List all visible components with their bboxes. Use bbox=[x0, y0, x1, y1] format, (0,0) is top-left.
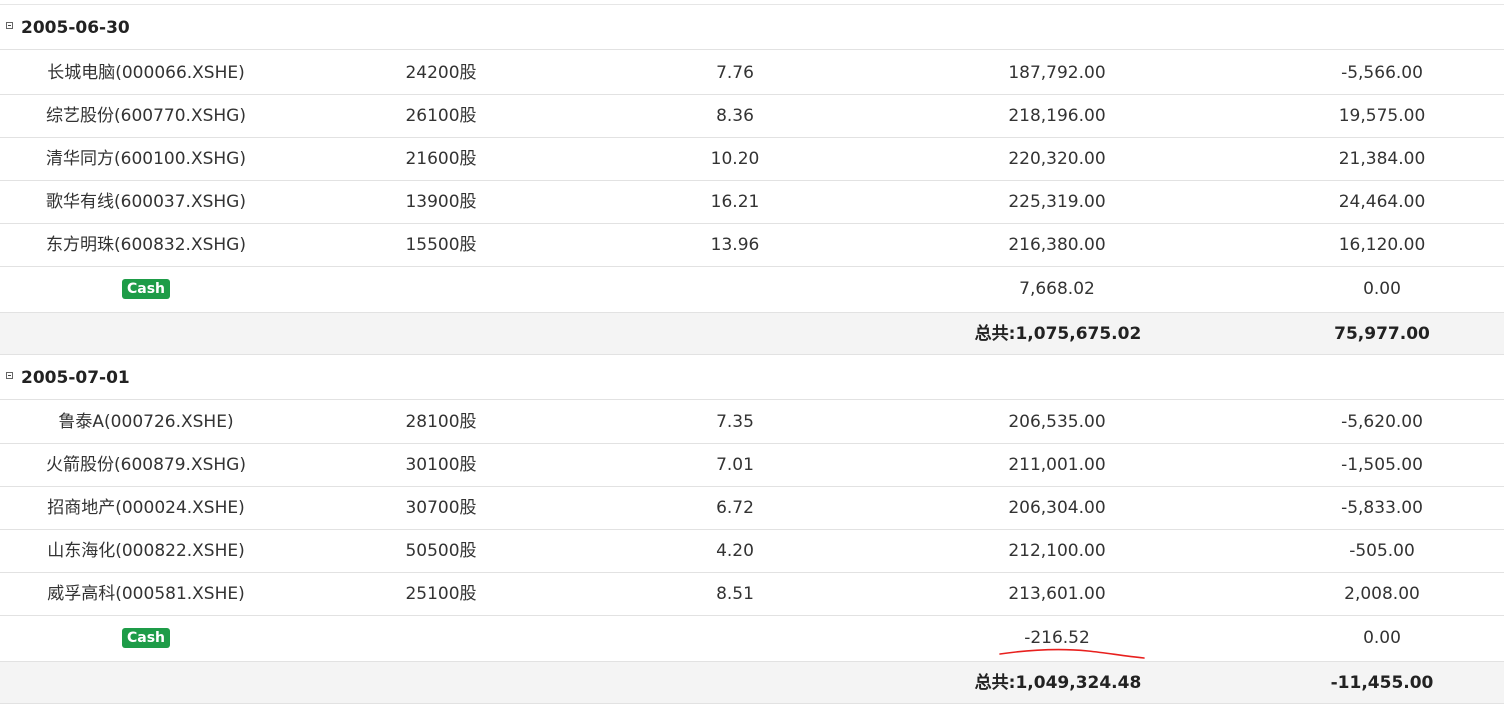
market-value: 206,535.00 bbox=[1008, 412, 1106, 432]
price: 7.01 bbox=[716, 455, 754, 475]
profit-loss: 21,384.00 bbox=[1338, 149, 1426, 169]
shares: 21600股 bbox=[405, 149, 477, 169]
market-value: 218,196.00 bbox=[1008, 106, 1106, 126]
total-profit-loss: -11,455.00 bbox=[1330, 673, 1434, 693]
profit-loss: 2,008.00 bbox=[1344, 584, 1420, 604]
group-header[interactable]: 2005-06-30 bbox=[0, 6, 1504, 50]
table-row: 清华同方(600100.XSHG) 21600股 10.20 220,320.0… bbox=[0, 138, 1504, 181]
table-row: 长城电脑(000066.XSHE) 24200股 7.76 187,792.00… bbox=[0, 52, 1504, 95]
stock-name: 长城电脑(000066.XSHE) bbox=[47, 63, 245, 83]
stock-name: 威孚高科(000581.XSHE) bbox=[47, 584, 245, 604]
stock-name: 火箭股份(600879.XSHG) bbox=[46, 455, 246, 475]
price: 7.35 bbox=[716, 412, 754, 432]
shares: 24200股 bbox=[405, 63, 477, 83]
price: 8.36 bbox=[716, 106, 754, 126]
shares: 50500股 bbox=[405, 541, 477, 561]
stock-name: 综艺股份(600770.XSHG) bbox=[46, 106, 246, 126]
group-header[interactable]: 2005-07-01 bbox=[0, 356, 1504, 400]
shares: 28100股 bbox=[405, 412, 477, 432]
table-row: 歌华有线(600037.XSHG) 13900股 16.21 225,319.0… bbox=[0, 181, 1504, 224]
table-row: 鲁泰A(000726.XSHE) 28100股 7.35 206,535.00 … bbox=[0, 401, 1504, 444]
cash-value: 7,668.02 bbox=[1019, 279, 1095, 299]
price: 8.51 bbox=[716, 584, 754, 604]
profit-loss: 16,120.00 bbox=[1338, 235, 1426, 255]
price: 13.96 bbox=[710, 235, 760, 255]
shares: 30700股 bbox=[405, 498, 477, 518]
total-value: 总共:1,075,675.02 bbox=[974, 324, 1142, 344]
table-row: 火箭股份(600879.XSHG) 30100股 7.01 211,001.00… bbox=[0, 444, 1504, 487]
profit-loss: -5,620.00 bbox=[1341, 412, 1423, 432]
profit-loss: 24,464.00 bbox=[1338, 192, 1426, 212]
shares: 30100股 bbox=[405, 455, 477, 475]
shares: 15500股 bbox=[405, 235, 477, 255]
market-value: 211,001.00 bbox=[1008, 455, 1106, 475]
price: 6.72 bbox=[716, 498, 754, 518]
price: 7.76 bbox=[716, 63, 754, 83]
red-underline-annotation bbox=[999, 648, 1145, 659]
cash-badge: Cash bbox=[121, 628, 171, 648]
shares: 13900股 bbox=[405, 192, 477, 212]
profit-loss: -5,566.00 bbox=[1341, 63, 1423, 83]
total-row: 总共:1,075,675.02 75,977.00 bbox=[0, 313, 1504, 355]
collapse-icon[interactable] bbox=[6, 372, 13, 379]
profit-loss: 19,575.00 bbox=[1338, 106, 1426, 126]
cash-row: Cash 7,668.02 0.00 bbox=[0, 267, 1504, 313]
market-value: 216,380.00 bbox=[1008, 235, 1106, 255]
profit-loss: -5,833.00 bbox=[1341, 498, 1423, 518]
stock-name: 东方明珠(600832.XSHG) bbox=[46, 235, 246, 255]
profit-loss: -505.00 bbox=[1349, 541, 1415, 561]
cash-cell: Cash bbox=[0, 267, 292, 312]
cash-profit-loss: 0.00 bbox=[1363, 628, 1401, 648]
shares: 26100股 bbox=[405, 106, 477, 126]
total-profit-loss: 75,977.00 bbox=[1334, 324, 1430, 344]
price: 4.20 bbox=[716, 541, 754, 561]
price: 10.20 bbox=[710, 149, 760, 169]
market-value: 213,601.00 bbox=[1008, 584, 1106, 604]
total-value: 总共:1,049,324.48 bbox=[974, 673, 1142, 693]
profit-loss: -1,505.00 bbox=[1341, 455, 1423, 475]
stock-name: 山东海化(000822.XSHE) bbox=[47, 541, 245, 561]
price: 16.21 bbox=[710, 192, 760, 212]
stock-name: 招商地产(000024.XSHE) bbox=[47, 498, 245, 518]
cash-cell: Cash bbox=[0, 616, 292, 661]
market-value: 206,304.00 bbox=[1008, 498, 1106, 518]
cash-profit-loss: 0.00 bbox=[1363, 279, 1401, 299]
stock-name: 鲁泰A(000726.XSHE) bbox=[58, 412, 234, 432]
table-row: 威孚高科(000581.XSHE) 25100股 8.51 213,601.00… bbox=[0, 573, 1504, 616]
table-row: 山东海化(000822.XSHE) 50500股 4.20 212,100.00… bbox=[0, 530, 1504, 573]
stock-name: 清华同方(600100.XSHG) bbox=[46, 149, 246, 169]
collapse-icon[interactable] bbox=[6, 22, 13, 29]
top-divider bbox=[0, 4, 1504, 5]
total-row: 总共:1,049,324.48 -11,455.00 bbox=[0, 662, 1504, 704]
cash-row: Cash -216.52 0.00 bbox=[0, 616, 1504, 662]
cash-badge: Cash bbox=[121, 279, 171, 299]
market-value: 225,319.00 bbox=[1008, 192, 1106, 212]
stock-name: 歌华有线(600037.XSHG) bbox=[46, 192, 246, 212]
group-date: 2005-06-30 bbox=[21, 18, 130, 38]
table-row: 东方明珠(600832.XSHG) 15500股 13.96 216,380.0… bbox=[0, 224, 1504, 267]
shares: 25100股 bbox=[405, 584, 477, 604]
market-value: 187,792.00 bbox=[1008, 63, 1106, 83]
group-date: 2005-07-01 bbox=[21, 368, 130, 388]
table-row: 招商地产(000024.XSHE) 30700股 6.72 206,304.00… bbox=[0, 487, 1504, 530]
market-value: 212,100.00 bbox=[1008, 541, 1106, 561]
market-value: 220,320.00 bbox=[1008, 149, 1106, 169]
table-row: 综艺股份(600770.XSHG) 26100股 8.36 218,196.00… bbox=[0, 95, 1504, 138]
